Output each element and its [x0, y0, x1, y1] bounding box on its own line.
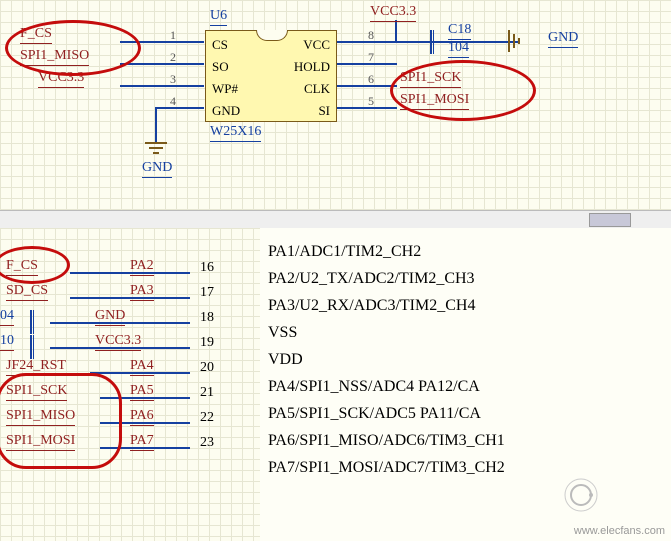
- row-pin: 17: [200, 285, 214, 301]
- pin-name-cs: CS: [212, 37, 228, 53]
- gnd-label: GND: [142, 160, 172, 176]
- wire: [120, 41, 204, 43]
- chip-w25x16[interactable]: CS SO WP# GND VCC HOLD CLK SI: [205, 30, 337, 122]
- cap-val: 104: [448, 40, 469, 56]
- netlabel-vcc33-top[interactable]: VCC3.3: [370, 4, 416, 20]
- capacitor[interactable]: [30, 335, 34, 359]
- wire: [120, 85, 204, 87]
- horizontal-scrollbar[interactable]: [0, 210, 671, 230]
- schematic-canvas[interactable]: U6 CS SO WP# GND VCC HOLD CLK SI W25X16 …: [0, 0, 671, 210]
- wire: [337, 85, 397, 87]
- elecfans-logo-icon: [561, 475, 601, 515]
- row-pin: 20: [200, 360, 214, 376]
- pin-func-row: PA1/ADC1/TIM2_CH2: [268, 238, 663, 265]
- row-pin: 16: [200, 260, 214, 276]
- row-net[interactable]: JF24_RST: [6, 358, 66, 374]
- pin-func-row: VDD: [268, 346, 663, 373]
- pin-func-row: PA5/SPI1_SCK/ADC5 PA11/CA: [268, 400, 663, 427]
- row-net[interactable]: SD_CS: [6, 283, 48, 299]
- wire: [155, 107, 157, 142]
- scrollbar-thumb[interactable]: [589, 213, 631, 227]
- pin-name-wp: WP#: [212, 81, 238, 97]
- pin-func-row: VSS: [268, 319, 663, 346]
- lower-left-schematic[interactable]: F_CS PA2 16 SD_CS PA3 17 04 GND 18 10 VC…: [0, 228, 260, 541]
- wire: [337, 107, 397, 109]
- row-net: 10: [0, 333, 14, 349]
- chip-notch: [256, 30, 288, 41]
- pin-name-clk: CLK: [304, 81, 330, 97]
- pin-func-row: PA6/SPI1_MISO/ADC6/TIM3_CH1: [268, 427, 663, 454]
- gnd-label-right: GND: [548, 30, 578, 46]
- row-net[interactable]: F_CS: [6, 258, 38, 274]
- lower-panel: F_CS PA2 16 SD_CS PA3 17 04 GND 18 10 VC…: [0, 228, 671, 541]
- component-ref: U6: [210, 8, 227, 24]
- pin-name-hold: HOLD: [294, 59, 330, 75]
- wire: [337, 41, 397, 43]
- row-pin: 18: [200, 310, 214, 326]
- pin-func-row: PA7/SPI1_MOSI/ADC7/TIM3_CH2: [268, 454, 663, 481]
- row-net[interactable]: SPI1_MISO: [6, 408, 75, 424]
- row-pin: 21: [200, 385, 214, 401]
- wire: [120, 63, 204, 65]
- wire: [337, 63, 397, 65]
- gnd-symbol: [145, 142, 167, 158]
- row-net[interactable]: SPI1_MOSI: [6, 433, 75, 449]
- netlabel-spi1-sck[interactable]: SPI1_SCK: [400, 70, 461, 86]
- netlabel-spi1-miso[interactable]: SPI1_MISO: [20, 48, 89, 64]
- pin-name-so: SO: [212, 59, 229, 75]
- component-value: W25X16: [210, 124, 261, 140]
- wire: [155, 107, 204, 109]
- netlabel-vcc33-left[interactable]: VCC3.3: [38, 70, 84, 86]
- row-pin: 23: [200, 435, 214, 451]
- row-pin: 19: [200, 335, 214, 351]
- pin-func-row: PA3/U2_RX/ADC3/TIM2_CH4: [268, 292, 663, 319]
- row-net: 04: [0, 308, 14, 324]
- watermark-text: www.elecfans.com: [574, 525, 665, 537]
- pin-name-gnd: GND: [212, 103, 240, 119]
- cap-ref: C18: [448, 22, 471, 38]
- pin-name-vcc: VCC: [303, 37, 330, 53]
- netlabel-spi1-mosi[interactable]: SPI1_MOSI: [400, 92, 469, 108]
- row-net[interactable]: SPI1_SCK: [6, 383, 67, 399]
- pin-name-si: SI: [318, 103, 330, 119]
- row-pin: 22: [200, 410, 214, 426]
- pin-func-row: PA4/SPI1_NSS/ADC4 PA12/CA: [268, 373, 663, 400]
- netlabel-f-cs[interactable]: F_CS: [20, 26, 52, 42]
- mcu-pin-functions-panel[interactable]: PA1/ADC1/TIM2_CH2 PA2/U2_TX/ADC2/TIM2_CH…: [260, 228, 671, 541]
- capacitor[interactable]: [30, 310, 34, 334]
- wire: [395, 20, 397, 43]
- pin-func-row: PA2/U2_TX/ADC2/TIM2_CH3: [268, 265, 663, 292]
